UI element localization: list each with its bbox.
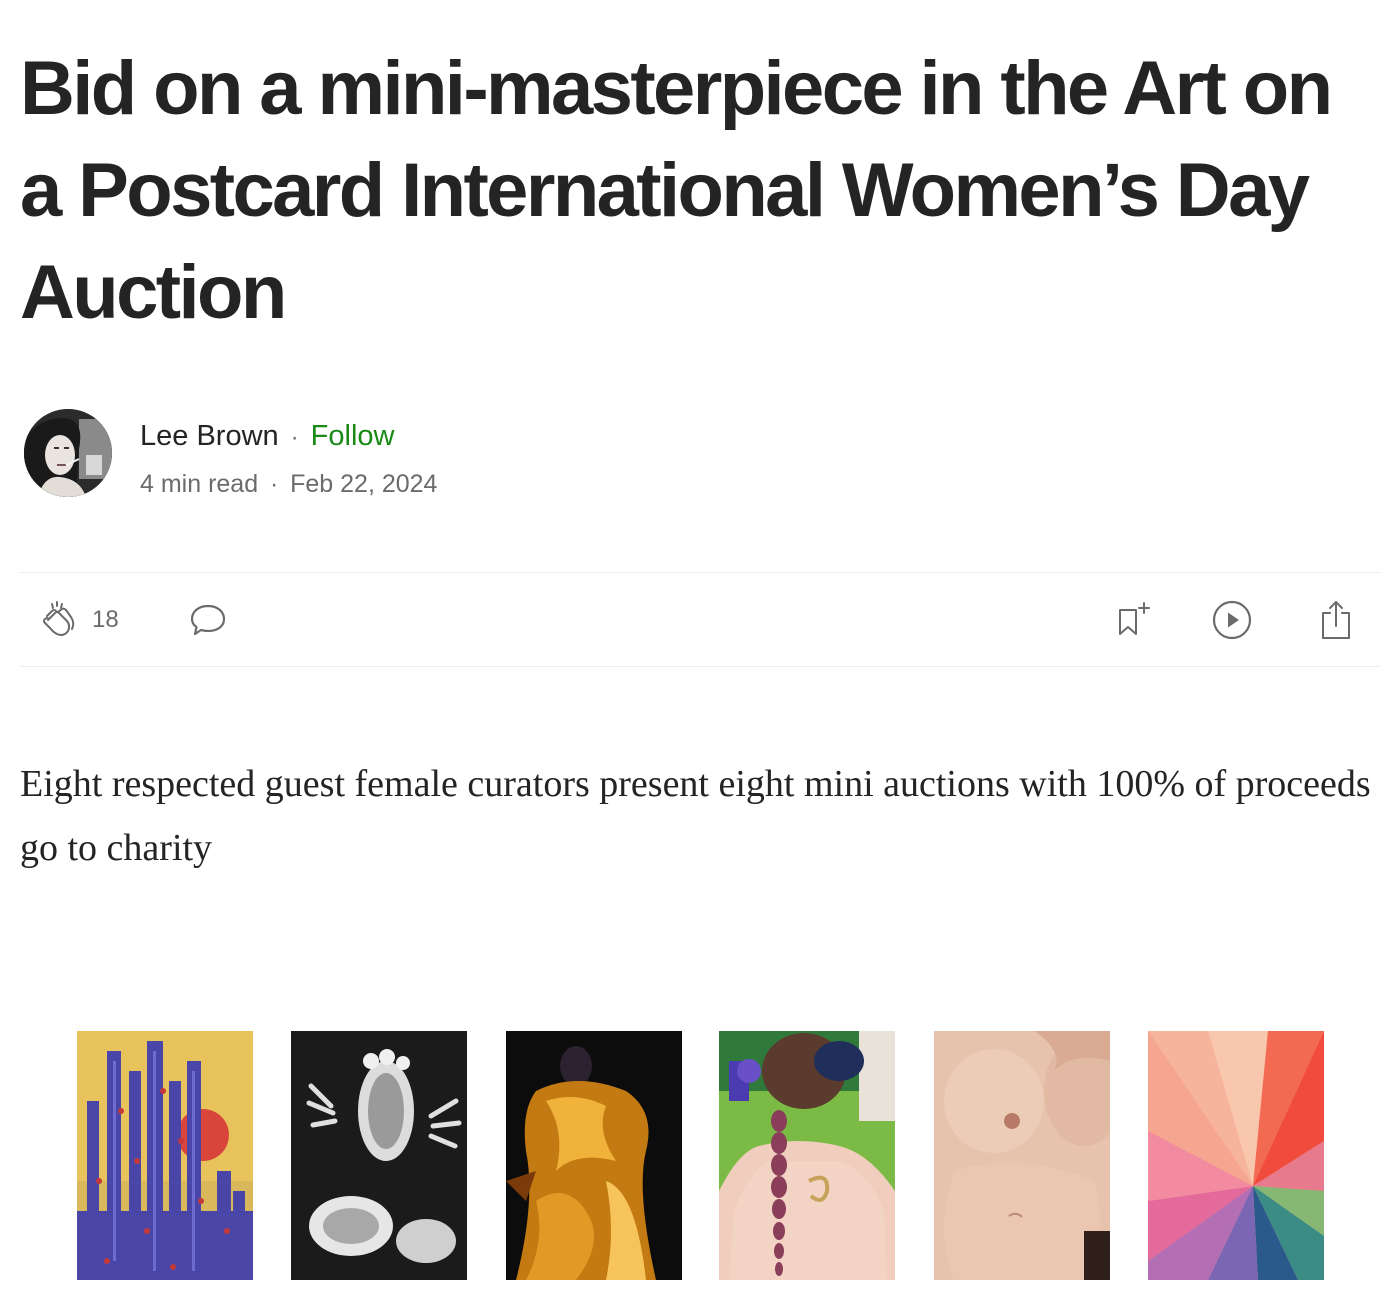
- bookmark-add-icon: [1113, 600, 1153, 640]
- share-button[interactable]: [1316, 574, 1356, 666]
- publish-date: Feb 22, 2024: [290, 470, 438, 498]
- comment-icon: [188, 600, 228, 640]
- postcard-image-gold-dress[interactable]: [506, 1031, 682, 1280]
- clap-icon: [38, 598, 82, 642]
- comment-button[interactable]: [188, 574, 228, 666]
- follow-button[interactable]: Follow: [311, 420, 395, 452]
- clap-count: 18: [92, 606, 119, 633]
- separator-dot: ·: [290, 424, 299, 451]
- action-bar: 18: [20, 574, 1380, 666]
- postcard-image-hands-feet[interactable]: [291, 1031, 467, 1280]
- postcard-image-abstract[interactable]: [1148, 1031, 1324, 1280]
- postcard-image-braid[interactable]: [719, 1031, 895, 1280]
- clap-button[interactable]: 18: [38, 574, 119, 666]
- divider-bottom: [20, 666, 1380, 667]
- postcard-image-body[interactable]: [934, 1031, 1110, 1280]
- bookmark-button[interactable]: [1113, 574, 1153, 666]
- postcard-gallery: [0, 1031, 1388, 1281]
- article-title: Bid on a mini-masterpiece in the Art on …: [20, 46, 1333, 335]
- read-time: 4 min read: [140, 470, 259, 498]
- play-icon: [1210, 598, 1254, 642]
- share-icon: [1316, 598, 1356, 642]
- author-name[interactable]: Lee Brown: [140, 420, 279, 452]
- postcard-image-cactus[interactable]: [77, 1031, 253, 1280]
- divider-top: [20, 572, 1380, 573]
- article-subtitle: Eight respected guest female curators pr…: [20, 763, 1371, 869]
- author-byline: Lee Brown · Follow 4 min read · Feb 22, 2024: [24, 408, 724, 498]
- separator-dot: ·: [270, 471, 279, 498]
- listen-button[interactable]: [1210, 574, 1254, 666]
- author-avatar[interactable]: [24, 409, 112, 497]
